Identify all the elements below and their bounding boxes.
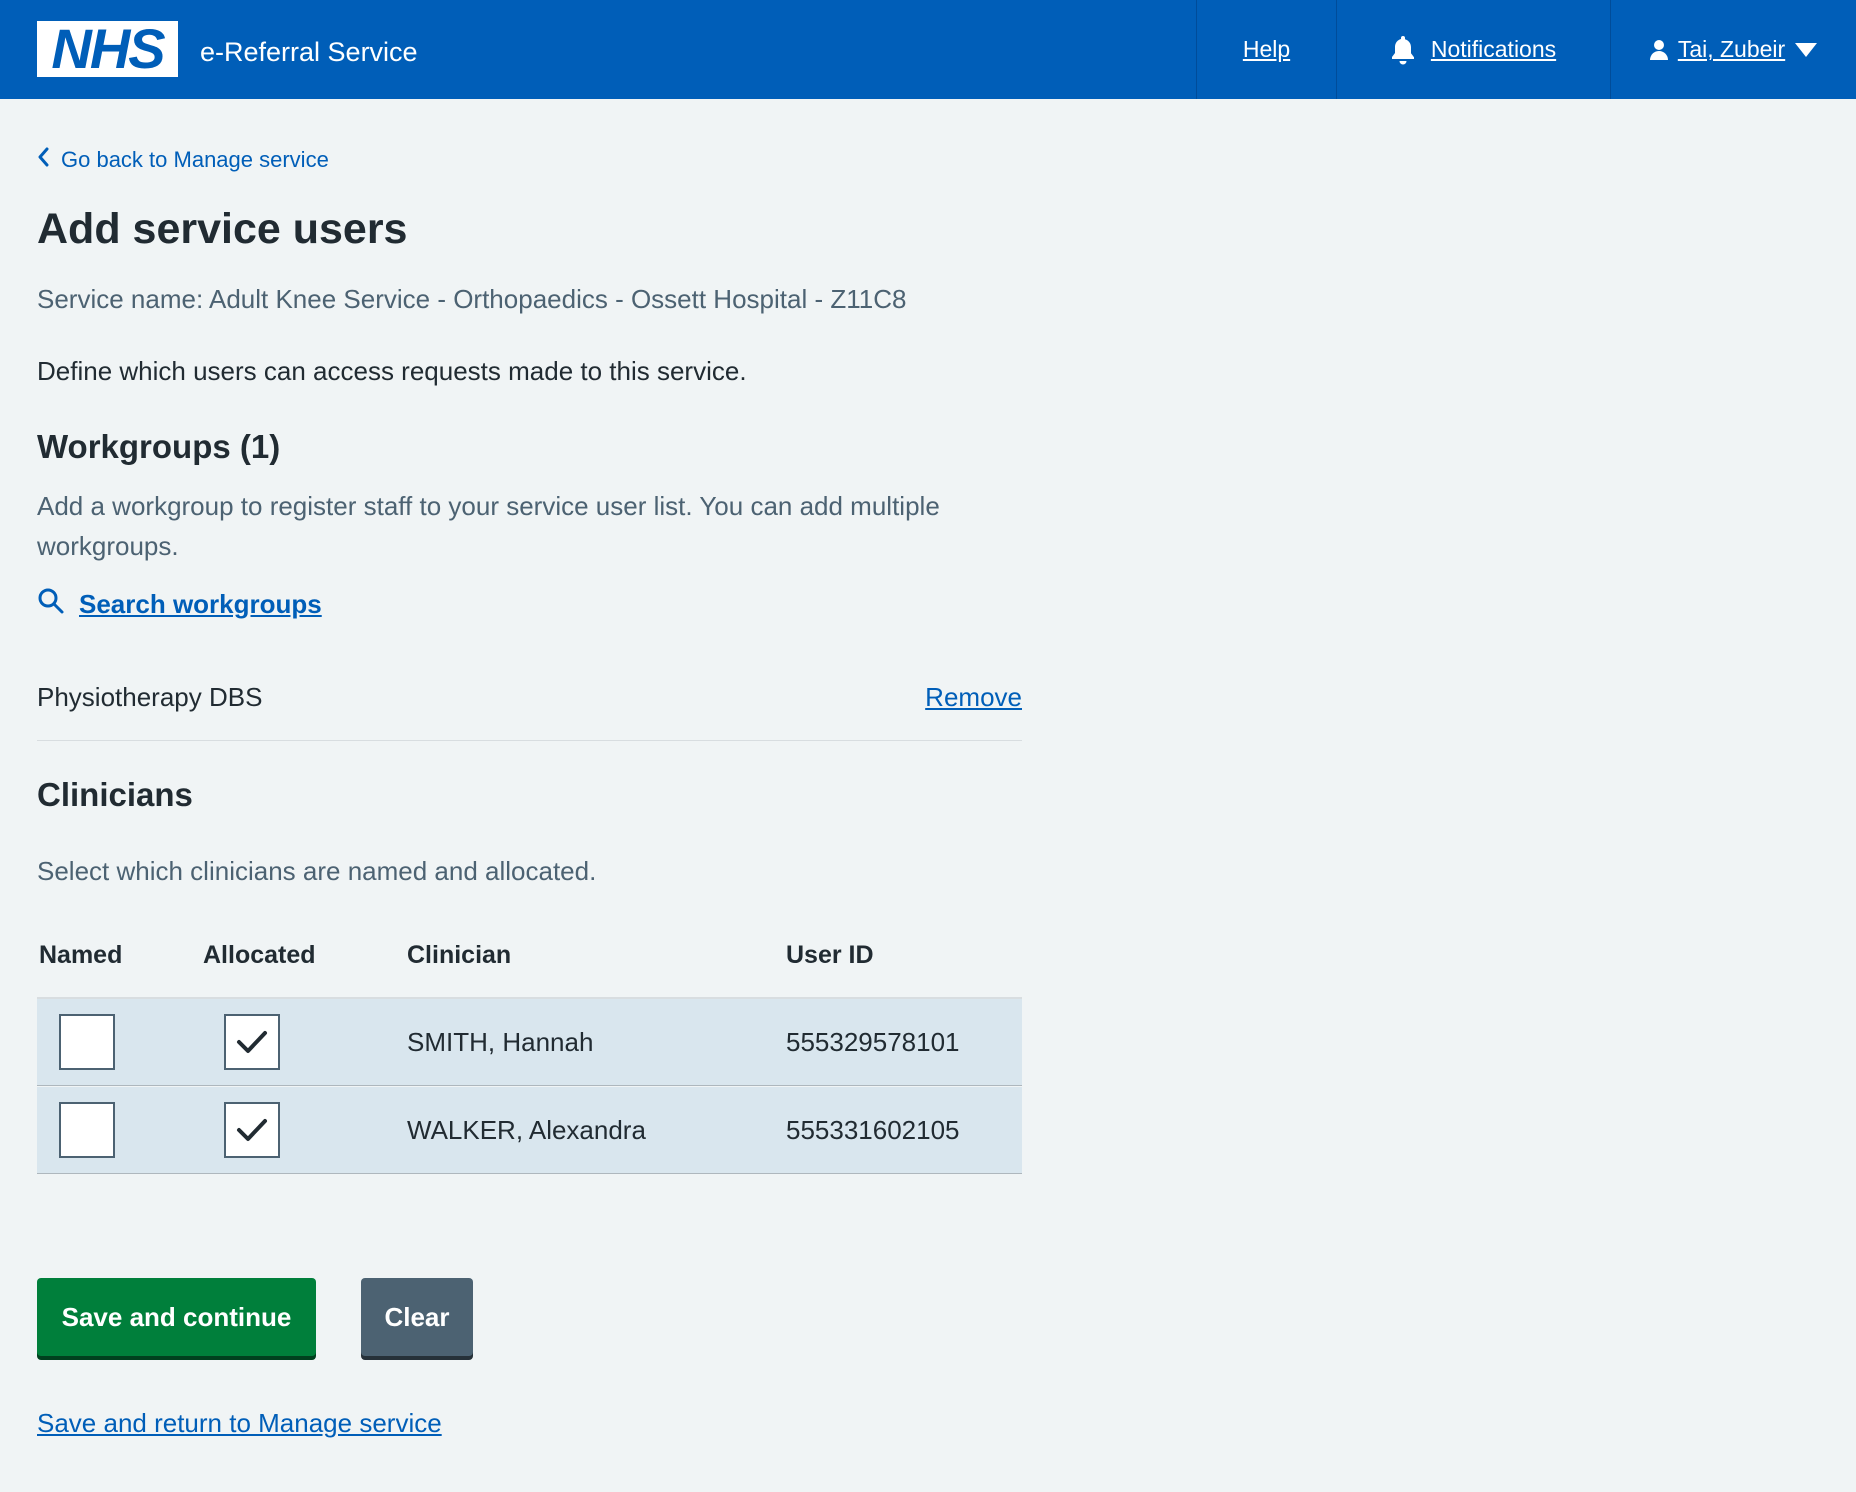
checkmark-icon [237,1119,267,1141]
bell-icon [1391,35,1415,65]
column-header-user-id: User ID [786,941,874,969]
clinician-user-id: 555329578101 [786,1027,960,1057]
intro-text: Define which users can access requests m… [37,356,747,386]
nhs-logo-text: NHS [51,17,165,80]
notifications-link[interactable]: Notifications [1431,36,1556,63]
search-workgroups[interactable]: Search workgroups [37,587,322,622]
user-icon [1649,39,1668,61]
table-row: WALKER, Alexandra 555331602105 [37,1087,1022,1174]
service-title[interactable]: e-Referral Service [200,34,418,70]
service-name-text: Service name: Adult Knee Service - Ortho… [37,284,907,314]
clinician-user-id: 555331602105 [786,1115,960,1145]
column-header-allocated: Allocated [203,941,316,969]
search-icon [37,587,65,622]
chevron-left-icon [37,147,49,173]
remove-workgroup-link[interactable]: Remove [925,680,1022,714]
back-link-label[interactable]: Go back to Manage service [61,147,329,173]
clinicians-heading: Clinicians [37,776,193,813]
allocated-checkbox[interactable] [224,1102,280,1158]
search-workgroups-link[interactable]: Search workgroups [79,589,322,620]
workgroup-name: Physiotherapy DBS [37,682,263,712]
clear-button[interactable]: Clear [361,1278,473,1356]
clinician-name: SMITH, Hannah [407,1027,594,1057]
help-link[interactable]: Help [1243,36,1290,63]
caret-down-icon[interactable] [1795,42,1818,57]
nav-notifications: Notifications [1336,0,1610,99]
back-link[interactable]: Go back to Manage service [37,147,329,173]
clinician-name: WALKER, Alexandra [407,1115,646,1145]
user-menu-link[interactable]: Tai, Zubeir [1678,36,1785,63]
table-row: SMITH, Hannah 555329578101 [37,999,1022,1086]
page-title: Add service users [37,205,408,253]
workgroups-description: Add a workgroup to register staff to you… [37,491,940,561]
save-and-return-link[interactable]: Save and return to Manage service [37,1406,442,1440]
checkmark-icon [237,1031,267,1053]
site-header: NHS e-Referral Service Help Notification… [0,0,1856,99]
nav-user: Tai, Zubeir [1610,0,1856,99]
named-checkbox[interactable] [59,1102,115,1158]
allocated-checkbox[interactable] [224,1014,280,1070]
nav-help: Help [1196,0,1336,99]
workgroup-row: Physiotherapy DBS Remove [37,676,1022,741]
save-and-continue-button[interactable]: Save and continue [37,1278,316,1356]
nhs-logo[interactable]: NHS [37,21,178,77]
named-checkbox[interactable] [59,1014,115,1070]
column-header-clinician: Clinician [407,941,512,969]
clinicians-description: Select which clinicians are named and al… [37,856,597,886]
workgroups-heading: Workgroups (1) [37,428,281,465]
column-header-named: Named [39,941,123,969]
